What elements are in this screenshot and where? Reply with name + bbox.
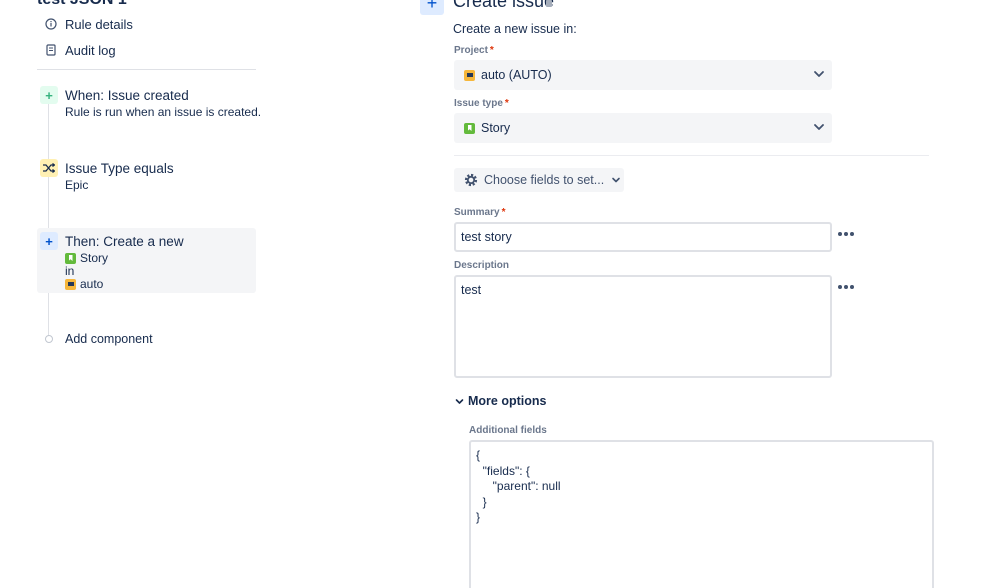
summary-more-button[interactable]	[838, 228, 854, 240]
more-dot	[838, 285, 842, 289]
document-icon	[37, 44, 65, 56]
condition-subtitle: Epic	[65, 178, 89, 192]
more-options-label: More options	[468, 394, 547, 408]
chevron-down-icon	[455, 398, 464, 404]
chevron-down-icon	[814, 124, 824, 130]
nav-audit-log[interactable]: Audit log	[37, 39, 116, 61]
description-textarea[interactable]: test	[454, 275, 832, 378]
trigger-plus-icon: +	[40, 86, 58, 104]
nav-divider	[37, 69, 256, 70]
issue-type-label: Issue type *	[454, 98, 509, 109]
more-dot	[850, 285, 854, 289]
issue-type-label-text: Issue type	[454, 98, 503, 109]
description-more-button[interactable]	[838, 281, 854, 293]
action-title: Then: Create a new	[65, 234, 184, 249]
chevron-down-icon	[814, 71, 824, 77]
trigger-title[interactable]: When: Issue created	[65, 88, 189, 103]
choose-fields-label: Choose fields to set...	[484, 173, 605, 187]
project-icon	[464, 69, 475, 81]
nav-rule-details-label: Rule details	[65, 16, 133, 32]
action-project-label: auto	[80, 277, 104, 291]
section-divider	[454, 155, 929, 156]
story-icon	[65, 252, 76, 264]
project-value: auto (AUTO)	[481, 68, 552, 82]
more-options-toggle[interactable]: More options	[455, 394, 546, 408]
project-select[interactable]: auto (AUTO)	[454, 60, 832, 90]
required-marker: *	[489, 45, 494, 56]
info-icon	[37, 18, 65, 30]
summary-input[interactable]	[454, 222, 832, 252]
trigger-subtitle: Rule is run when an issue is created.	[65, 105, 262, 119]
component-timeline	[48, 100, 49, 340]
issue-type-select[interactable]: Story	[454, 113, 832, 143]
rule-title: test JSON 1	[37, 0, 127, 9]
create-issue-plus-icon: +	[420, 0, 444, 15]
required-marker: *	[504, 98, 509, 109]
action-project: auto	[65, 277, 103, 291]
additional-fields-editor[interactable]: { "fields": { "parent": null } }	[469, 440, 934, 588]
summary-label-text: Summary	[454, 207, 500, 218]
nav-rule-details[interactable]: Rule details	[37, 13, 133, 35]
gear-icon	[464, 173, 478, 187]
summary-label: Summary *	[454, 207, 505, 218]
issue-type-value: Story	[481, 121, 511, 135]
chevron-down-icon	[612, 177, 621, 183]
trash-icon[interactable]	[544, 0, 554, 7]
condition-title[interactable]: Issue Type equals	[65, 161, 174, 176]
project-icon	[65, 278, 76, 290]
description-label: Description	[454, 260, 510, 271]
project-label: Project *	[454, 45, 494, 56]
more-dot	[838, 232, 842, 236]
add-component-dot	[45, 335, 53, 343]
page-title: Create issue	[453, 0, 555, 11]
action-issue-type: Story	[65, 251, 108, 265]
action-in-label: in	[65, 264, 75, 278]
nav-audit-log-label: Audit log	[65, 42, 116, 58]
story-icon	[464, 122, 475, 134]
more-dot	[844, 232, 848, 236]
required-marker: *	[501, 207, 506, 218]
create-intro: Create a new issue in:	[453, 22, 577, 36]
project-label-text: Project	[454, 45, 488, 56]
choose-fields-button[interactable]: Choose fields to set...	[454, 168, 624, 192]
additional-fields-label: Additional fields	[469, 425, 547, 436]
more-dot	[844, 285, 848, 289]
add-component-link[interactable]: Add component	[65, 332, 153, 346]
shuffle-icon	[40, 159, 58, 177]
action-plus-icon: +	[40, 232, 58, 250]
more-dot	[850, 232, 854, 236]
action-issue-type-label: Story	[80, 251, 109, 265]
